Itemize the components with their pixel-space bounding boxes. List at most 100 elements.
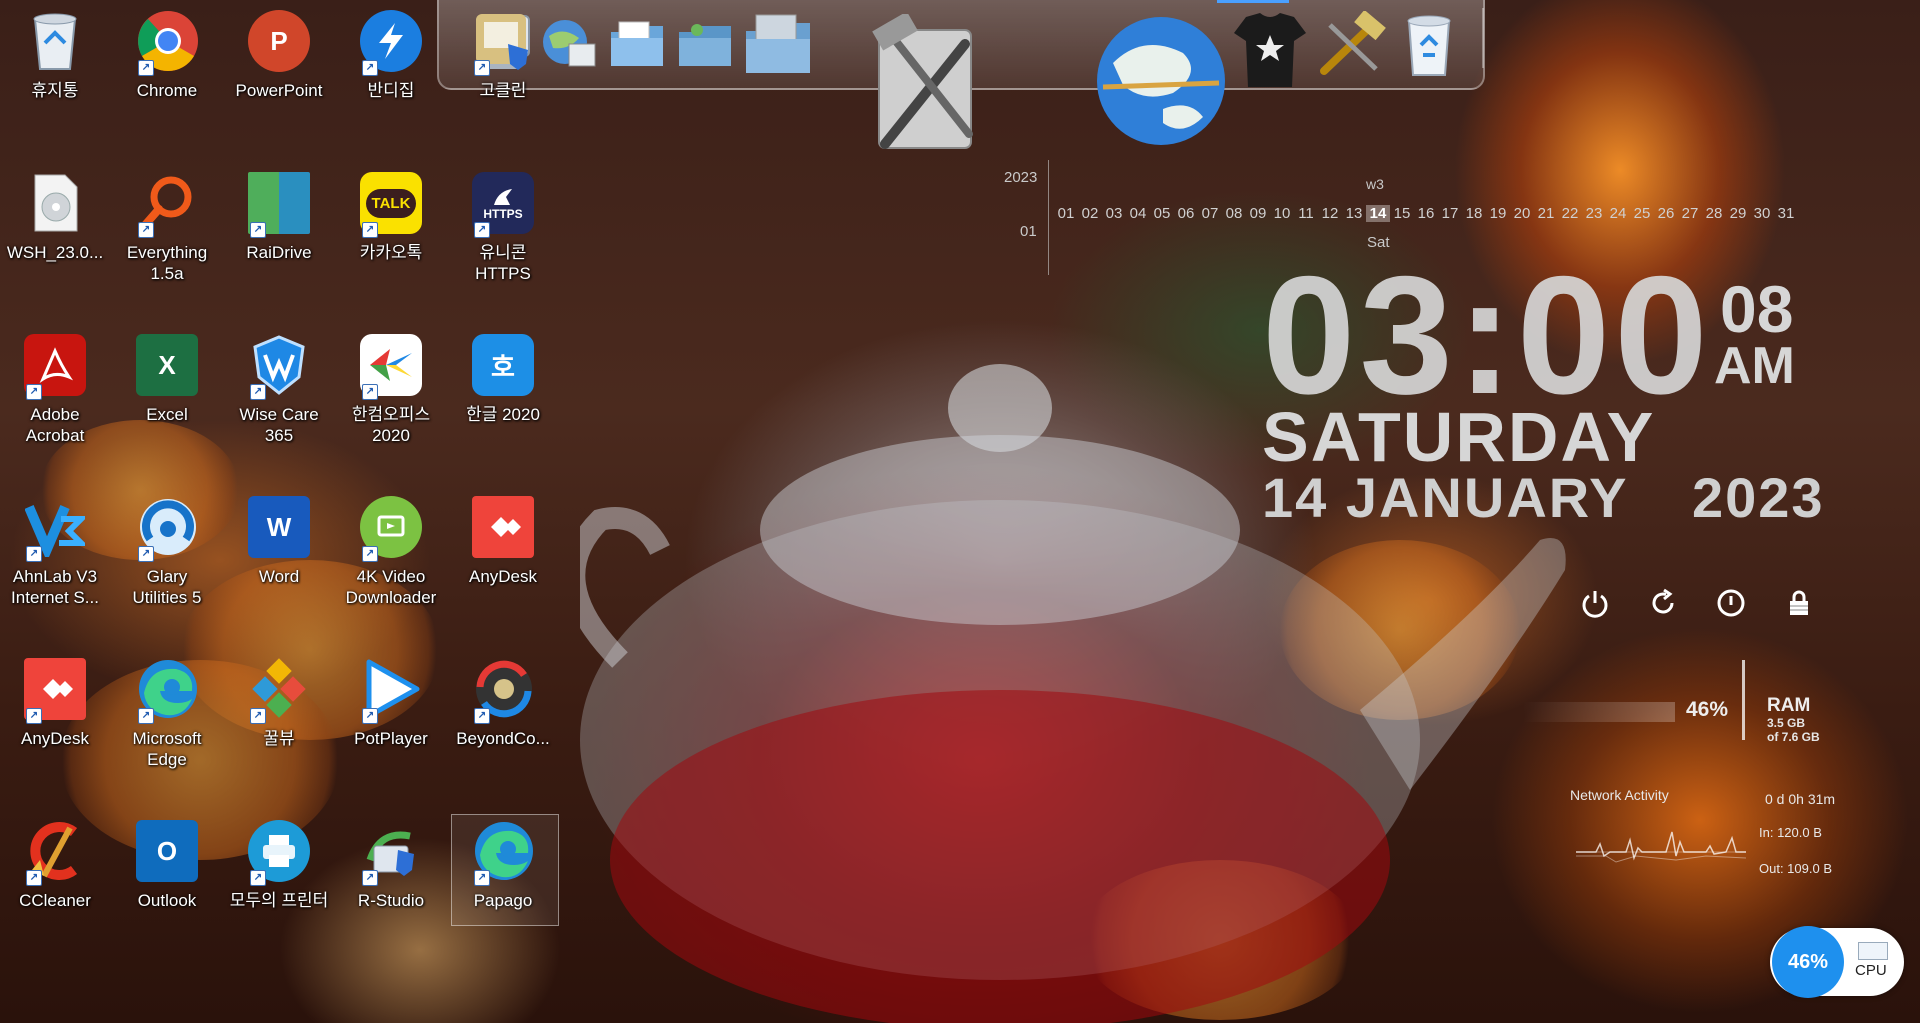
calendar-axis — [1048, 160, 1049, 275]
hangul-2020-icon[interactable]: 호 한글 2020 — [453, 334, 553, 425]
recycle-bin-desktop-icon[interactable]: 휴지통 — [5, 10, 105, 101]
wise-care-icon[interactable]: ↗ Wise Care 365 — [229, 334, 329, 446]
power-off-icon[interactable] — [1580, 588, 1610, 618]
calendar-day: 22 — [1561, 205, 1579, 222]
internet-globe-icon[interactable] — [1091, 12, 1231, 150]
excel-icon[interactable]: X Excel — [117, 334, 217, 425]
calendar-day: 26 — [1657, 205, 1675, 222]
honeyview-diamond-icon: ↗ — [248, 658, 310, 724]
anydesk-logo-icon — [472, 496, 534, 558]
sleep-icon[interactable] — [1716, 588, 1746, 618]
ahnlab-v3-icon[interactable]: ↗ AhnLab V3 Internet S... — [5, 496, 105, 608]
folder-pictures-icon[interactable] — [741, 10, 815, 80]
wsh-installer-icon[interactable]: WSH_23.0... — [5, 172, 105, 263]
icon-label: Microsoft Edge — [132, 729, 202, 769]
beyond-compare-logo-icon: ↗ — [472, 658, 534, 724]
shortcut-arrow-icon: ↗ — [362, 384, 378, 400]
clock-time: 03:00 — [1262, 241, 1712, 429]
shortcut-arrow-icon: ↗ — [474, 708, 490, 724]
shortcut-arrow-icon: ↗ — [138, 546, 154, 562]
clock-seconds: 08 — [1720, 272, 1794, 346]
tshirt-icon[interactable] — [1231, 8, 1309, 92]
icon-label: 4K Video Downloader — [345, 567, 437, 607]
shortcut-arrow-icon: ↗ — [138, 222, 154, 238]
calendar-day: 30 — [1753, 205, 1771, 222]
ccleaner-icon[interactable]: ↗ CCleaner — [5, 820, 105, 911]
powerpoint-icon[interactable]: P PowerPoint — [229, 10, 329, 101]
goclean-icon[interactable]: ↗ 고클린 — [453, 10, 553, 101]
system-tools-icon[interactable] — [865, 14, 985, 154]
hancom-office-icon[interactable]: ↗ 한컴오피스 2020 — [341, 334, 441, 446]
unicorn-https-icon[interactable]: HTTPS ↗ 유니콘 HTTPS — [453, 172, 553, 284]
adobe-acrobat-icon[interactable]: ↗ Adobe Acrobat — [5, 334, 105, 446]
icon-label: 한글 2020 — [466, 405, 540, 424]
shortcut-arrow-icon: ↗ — [474, 222, 490, 238]
kakaotalk-logo-icon: TALK ↗ — [360, 172, 422, 238]
clock-weekday: SATURDAY — [1262, 398, 1656, 476]
icon-label: AhnLab V3 Internet S... — [11, 567, 99, 607]
calendar-day: 11 — [1298, 205, 1314, 222]
calendar-day: 06 — [1177, 205, 1195, 222]
icon-label: Word — [258, 567, 300, 586]
recycle-bin-dock-icon[interactable] — [1397, 8, 1461, 80]
ccleaner-logo-icon: ↗ — [24, 820, 86, 886]
calendar-day: 25 — [1633, 205, 1651, 222]
clock-date: 14 JANUARY — [1262, 466, 1629, 529]
calendar-year: 2023 — [1004, 169, 1038, 186]
potplayer-icon[interactable]: ↗ PotPlayer — [341, 658, 441, 749]
ram-percent: 46% — [1686, 698, 1729, 721]
calendar-day: 17 — [1441, 205, 1459, 222]
cpu-label: CPU — [1855, 962, 1887, 979]
ahnlab-logo-icon: ↗ — [24, 496, 86, 562]
everything-search-icon[interactable]: ↗ Everything 1.5a — [117, 172, 217, 284]
folder-music-icon[interactable] — [673, 14, 737, 74]
kakaotalk-icon[interactable]: TALK ↗ 카카오톡 — [341, 172, 441, 263]
raidrive-icon[interactable]: ↗ RaiDrive — [229, 172, 329, 263]
honeyview-icon[interactable]: ↗ 꿀뷰 — [229, 658, 329, 749]
chrome-icon[interactable]: ↗ Chrome — [117, 10, 217, 101]
icon-label: PotPlayer — [354, 729, 428, 748]
calendar-day: 18 — [1465, 205, 1483, 222]
icon-label: 유니콘 HTTPS — [475, 243, 531, 283]
outlook-icon[interactable]: O Outlook — [117, 820, 217, 911]
r-studio-icon[interactable]: ↗ R-Studio — [341, 820, 441, 911]
kakaotalk-bubble-icon: TALK — [365, 188, 417, 218]
microsoft-edge-icon[interactable]: ↗ Microsoft Edge — [117, 658, 217, 770]
calendar-days-row: 01 02 03 04 05 06 07 08 09 10 11 12 13 14 15 16 17 18 19 20… — [1054, 205, 1798, 222]
beyond-compare-icon[interactable]: ↗ BeyondCo... — [453, 658, 553, 749]
shortcut-arrow-icon: ↗ — [250, 222, 266, 238]
bandizip-icon[interactable]: ↗ 반디집 — [341, 10, 441, 101]
shortcut-arrow-icon: ↗ — [474, 60, 490, 76]
anydesk-icon-2[interactable]: AnyDesk — [453, 496, 553, 587]
hammer-tools-icon[interactable] — [1313, 10, 1389, 80]
ram-used: 3.5 GB — [1767, 716, 1806, 730]
icon-label: 반디집 — [367, 81, 415, 100]
icon-label: PowerPoint — [235, 81, 323, 100]
glary-utilities-icon[interactable]: ↗ Glary Utilities 5 — [117, 496, 217, 608]
magnifier-icon: ↗ — [136, 172, 198, 238]
dock-divider — [1482, 8, 1484, 68]
shortcut-arrow-icon: ↗ — [474, 870, 490, 886]
calendar-day: 14 — [1366, 205, 1390, 222]
anydesk-icon-1[interactable]: ↗ AnyDesk — [5, 658, 105, 749]
calendar-day: 13 — [1345, 205, 1363, 222]
modu-printer-icon[interactable]: ↗ 모두의 프린터 — [229, 820, 329, 911]
cpu-percent: 46% — [1772, 926, 1844, 998]
restart-icon[interactable] — [1648, 588, 1678, 618]
excel-logo-icon: X — [136, 334, 198, 396]
word-icon[interactable]: W Word — [229, 496, 329, 587]
shortcut-arrow-icon: ↗ — [26, 384, 42, 400]
calendar-day: 02 — [1081, 205, 1099, 222]
papago-icon[interactable]: ↗ Papago — [451, 814, 559, 926]
folder-documents-icon[interactable] — [605, 14, 669, 74]
icon-label: R-Studio — [357, 891, 425, 910]
4k-video-downloader-icon[interactable]: ↗ 4K Video Downloader — [341, 496, 441, 608]
installer-disc-icon — [24, 172, 86, 234]
ram-label: RAM — [1767, 695, 1811, 716]
word-logo-icon: W — [248, 496, 310, 558]
calendar-day: 20 — [1513, 205, 1531, 222]
clock-ampm: AM — [1714, 337, 1795, 395]
lock-icon[interactable] — [1784, 588, 1814, 618]
calendar-day: 10 — [1273, 205, 1291, 222]
icon-label: WSH_23.0... — [6, 243, 104, 262]
